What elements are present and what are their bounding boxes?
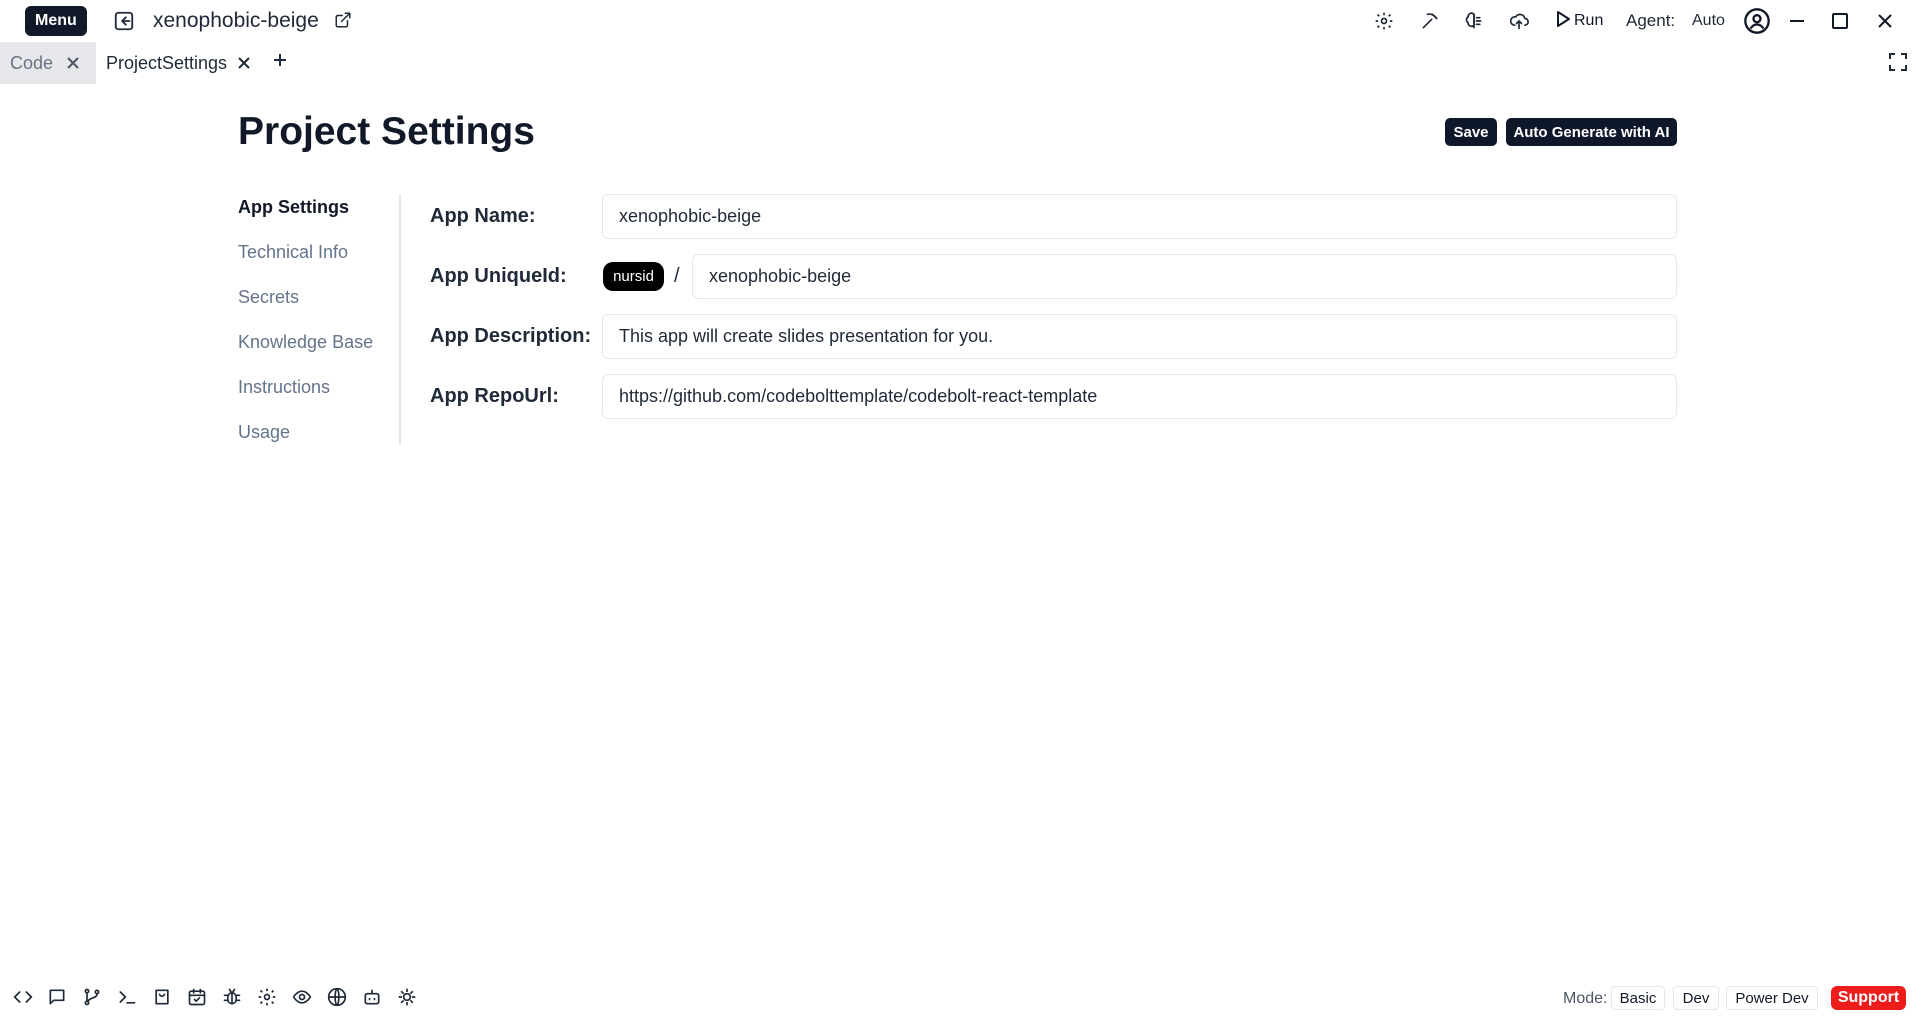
add-tab-icon[interactable] [270, 50, 290, 70]
mode-power-dev-button[interactable]: Power Dev [1726, 986, 1818, 1010]
tab-label: ProjectSettings [106, 52, 228, 73]
tab-code[interactable]: Code [0, 42, 96, 84]
app-name-input[interactable]: xenophobic-beige [602, 194, 1677, 239]
sidebar-item-secrets[interactable]: Secrets [238, 287, 299, 308]
sidebar-divider [399, 194, 401, 445]
fullscreen-icon[interactable] [1888, 52, 1908, 72]
save-button[interactable]: Save [1445, 118, 1497, 146]
sidebar-item-app-settings[interactable]: App Settings [238, 197, 349, 218]
app-uniqueid-input[interactable]: xenophobic-beige [692, 254, 1677, 299]
run-button[interactable]: Run [1555, 8, 1603, 34]
mode-label: Mode: [1563, 990, 1608, 1007]
sidebar-item-usage[interactable]: Usage [238, 422, 290, 443]
support-button[interactable]: Support [1831, 986, 1906, 1010]
shopping-bag-icon[interactable] [151, 986, 173, 1008]
settings-icon[interactable] [256, 986, 278, 1008]
terminal-icon[interactable] [116, 986, 138, 1008]
back-icon[interactable] [113, 10, 135, 32]
close-tab-icon[interactable] [65, 55, 81, 71]
agent-mode-select[interactable]: Auto [1692, 12, 1725, 30]
calendar-check-icon[interactable] [186, 986, 208, 1008]
code-icon[interactable] [12, 986, 34, 1008]
sidebar-item-instructions[interactable]: Instructions [238, 377, 330, 398]
app-repourl-input[interactable]: https://github.com/codebolttemplate/code… [602, 374, 1677, 419]
minimize-icon[interactable] [1785, 9, 1809, 33]
mode-dev-button[interactable]: Dev [1673, 986, 1719, 1010]
bot-icon[interactable] [361, 986, 383, 1008]
uniqueid-separator: / [674, 265, 680, 287]
sidebar-item-knowledge-base[interactable]: Knowledge Base [238, 332, 373, 353]
user-circle-icon[interactable] [1742, 6, 1772, 36]
title-bar: Menu xenophobic-beige Run Agent: Auto [0, 0, 1920, 42]
auto-generate-button[interactable]: Auto Generate with AI [1506, 118, 1677, 146]
brain-icon[interactable] [1462, 9, 1486, 33]
bug-icon[interactable] [221, 986, 243, 1008]
app-name-label: App Name: [430, 205, 536, 227]
app-description-input[interactable]: This app will create slides presentation… [602, 314, 1677, 359]
globe-icon[interactable] [326, 986, 348, 1008]
git-branch-icon[interactable] [81, 986, 103, 1008]
gear-icon[interactable] [1372, 9, 1396, 33]
agent-label: Agent: [1626, 11, 1676, 30]
close-tab-icon[interactable] [236, 55, 252, 71]
page-title: Project Settings [238, 110, 535, 153]
chat-icon[interactable] [46, 986, 68, 1008]
close-window-icon[interactable] [1873, 9, 1897, 33]
mode-basic-button[interactable]: Basic [1611, 986, 1665, 1010]
cloud-upload-icon[interactable] [1507, 9, 1531, 33]
project-name: xenophobic-beige [153, 9, 319, 32]
run-label: Run [1574, 12, 1604, 29]
external-link-icon[interactable] [334, 11, 352, 29]
pickaxe-icon[interactable] [1418, 9, 1442, 33]
menu-button[interactable]: Menu [25, 6, 87, 36]
play-icon [1555, 10, 1571, 33]
app-repourl-label: App RepoUrl: [430, 385, 559, 407]
eye-icon[interactable] [291, 986, 313, 1008]
uniqueid-prefix-badge: nursid [603, 262, 664, 291]
app-uniqueid-label: App UniqueId: [430, 265, 567, 287]
cog-icon[interactable] [396, 986, 418, 1008]
tab-label: Code [10, 52, 54, 73]
sidebar-item-technical-info[interactable]: Technical Info [238, 242, 348, 263]
app-description-label: App Description: [430, 325, 592, 347]
maximize-icon[interactable] [1828, 9, 1852, 33]
tab-project-settings[interactable]: ProjectSettings [96, 42, 256, 84]
